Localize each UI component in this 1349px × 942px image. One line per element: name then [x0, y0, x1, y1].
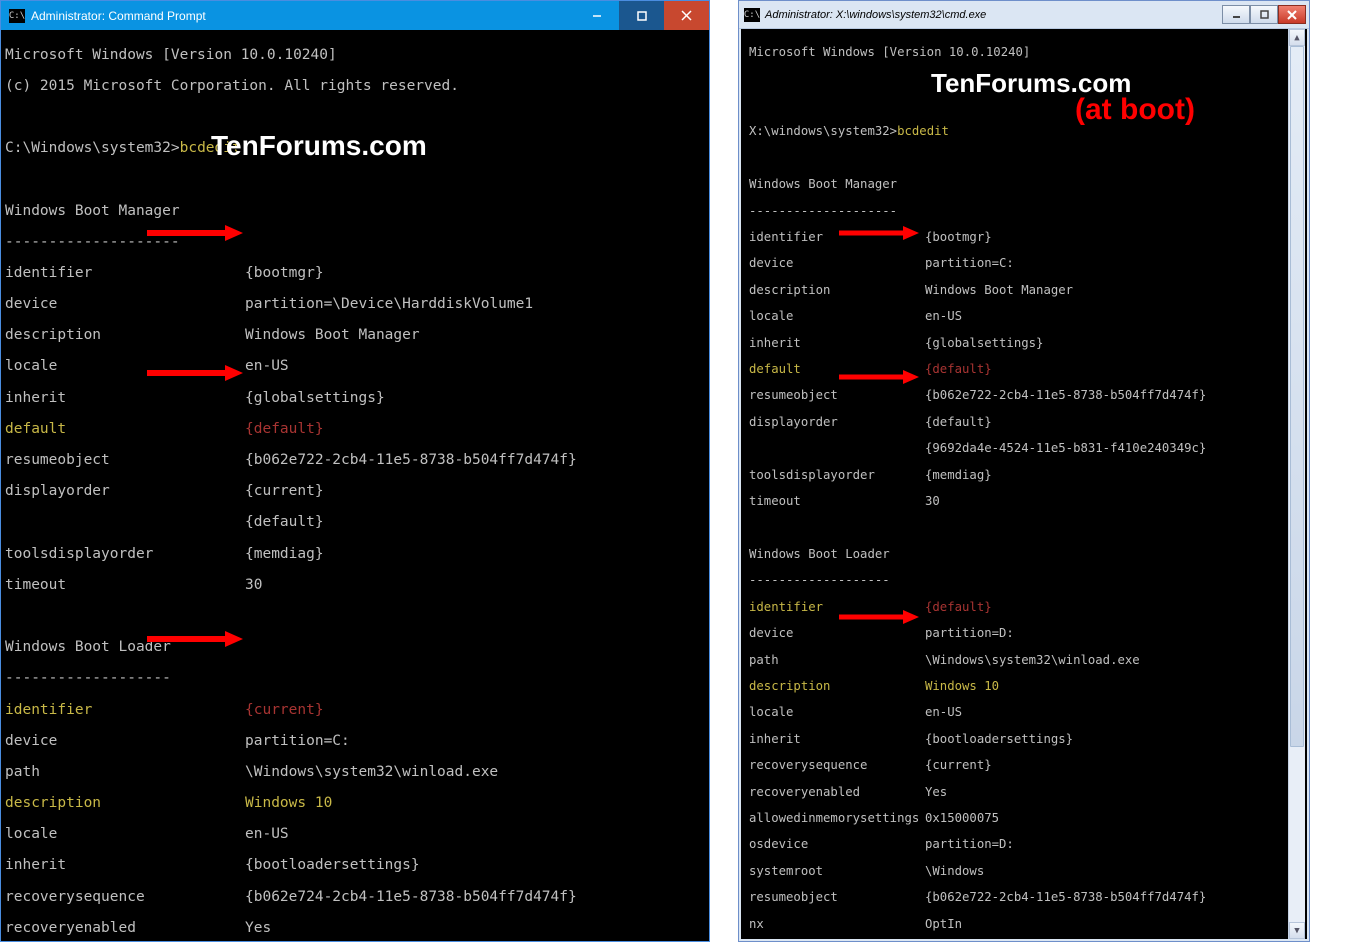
scrollbar[interactable]: ▲ ▼	[1288, 29, 1305, 939]
section-title: Windows Boot Manager	[749, 178, 1299, 191]
prompt-line: C:\Windows\system32>bcdedit	[5, 141, 705, 157]
maximize-button[interactable]	[619, 1, 664, 30]
window-title: Administrator: Command Prompt	[31, 9, 206, 23]
titlebar[interactable]: C:\ Administrator: Command Prompt	[1, 1, 709, 30]
section-title: Windows Boot Manager	[5, 204, 705, 220]
cmd-icon: C:\	[744, 8, 760, 22]
command: bcdedit	[897, 124, 949, 138]
cmd-window-left: C:\ Administrator: Command Prompt Micros…	[0, 0, 710, 942]
scroll-up-button[interactable]: ▲	[1289, 29, 1305, 46]
section-title: Windows Boot Loader	[5, 640, 705, 656]
cmd-icon: C:\	[9, 9, 25, 23]
titlebar[interactable]: C:\ Administrator: X:\windows\system32\c…	[739, 1, 1309, 29]
identifier-row: identifier{current}	[5, 703, 705, 719]
minimize-button[interactable]	[1222, 5, 1250, 24]
command: bcdedit	[180, 140, 241, 156]
maximize-button[interactable]	[1250, 5, 1278, 24]
default-row: default{default}	[749, 363, 1299, 376]
close-button[interactable]	[1278, 5, 1306, 24]
header-line: Microsoft Windows [Version 10.0.10240]	[5, 48, 705, 64]
scroll-thumb[interactable]	[1290, 46, 1304, 747]
prompt-line: X:\windows\system32>bcdedit	[749, 125, 1299, 138]
window-title: Administrator: X:\windows\system32\cmd.e…	[765, 9, 986, 21]
terminal-output[interactable]: Microsoft Windows [Version 10.0.10240] (…	[1, 30, 709, 941]
header-line: (c) 2015 Microsoft Corporation. All righ…	[5, 79, 705, 95]
minimize-button[interactable]	[574, 1, 619, 30]
cmd-window-right: C:\ Administrator: X:\windows\system32\c…	[738, 0, 1310, 942]
terminal-output[interactable]: Microsoft Windows [Version 10.0.10240] X…	[745, 31, 1303, 937]
header-line: Microsoft Windows [Version 10.0.10240]	[749, 46, 1299, 59]
scroll-down-button[interactable]: ▼	[1289, 922, 1305, 939]
identifier-row: identifier{default}	[749, 601, 1299, 614]
close-button[interactable]	[664, 1, 709, 30]
scroll-track[interactable]	[1289, 46, 1305, 922]
default-row: default{default}	[5, 422, 705, 438]
section-title: Windows Boot Loader	[749, 548, 1299, 561]
